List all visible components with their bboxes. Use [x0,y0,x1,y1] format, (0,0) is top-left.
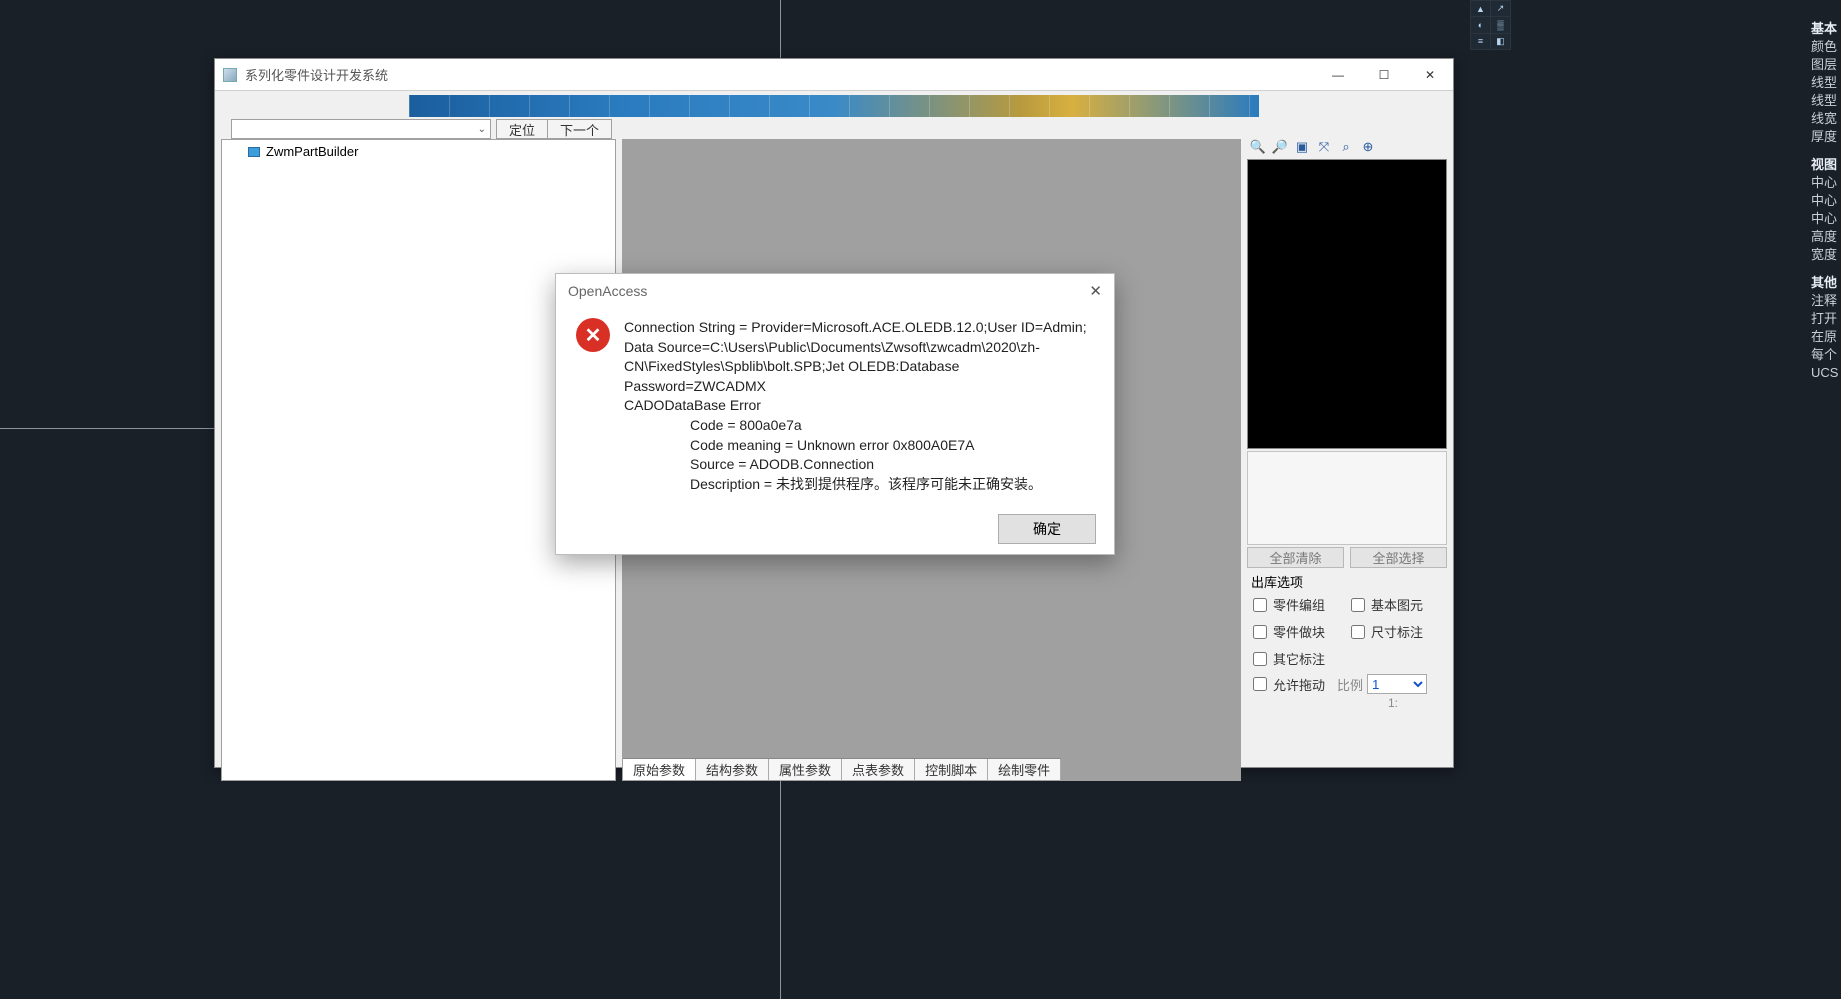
chevron-down-icon: ⌄ [478,124,486,135]
tab-raw-params[interactable]: 原始参数 [623,759,696,780]
side-item[interactable]: 线型 [1811,92,1841,110]
preview-list[interactable] [1247,451,1447,545]
tool-palette: ▲ ↗ ◐ ▒ ≡ ◧ [1470,0,1511,50]
check-allow-drag[interactable]: 允许拖动 [1253,675,1325,694]
side-item[interactable]: 中心 [1811,174,1841,192]
side-item[interactable]: 图层 [1811,56,1841,74]
side-item[interactable]: 在原 [1811,328,1841,346]
minimize-button[interactable]: — [1315,59,1361,90]
ratio-display: 1: [1343,696,1443,710]
check-base-prim[interactable]: 基本图元 [1351,595,1441,614]
side-item[interactable]: 厚度 [1811,128,1841,146]
dialog-close-icon[interactable]: ✕ [1089,282,1102,300]
ratio-select[interactable]: 1 [1367,674,1427,694]
ok-button[interactable]: 确定 [998,514,1096,544]
toolbar: ⌄ 定位 下一个 [215,119,1453,139]
maximize-button[interactable]: ☐ [1361,59,1407,90]
palette-cell-icon[interactable]: ▒ [1491,17,1510,32]
path-combo[interactable]: ⌄ [231,119,491,139]
check-part-block[interactable]: 零件做块 [1253,622,1343,641]
side-item[interactable]: 中心 [1811,210,1841,228]
out-options-label: 出库选项 [1251,572,1443,591]
side-item[interactable]: 注释 [1811,292,1841,310]
tab-struct-params[interactable]: 结构参数 [696,759,769,780]
check-dim-annot[interactable]: 尺寸标注 [1351,622,1441,641]
viewport-crosshair-horizontal [0,428,214,429]
zoom-in-icon[interactable]: 🔍 [1249,139,1267,157]
palette-cell-icon[interactable]: ◐ [1471,17,1490,32]
tab-ctrl-script[interactable]: 控制脚本 [915,759,988,780]
zoom-window-icon[interactable]: ⌕ [1337,139,1355,157]
palette-cell-icon[interactable]: ≡ [1471,34,1490,49]
side-item[interactable]: UCS [1811,364,1841,382]
side-item[interactable]: 宽度 [1811,246,1841,264]
side-group-header: 视图 [1811,156,1841,174]
check-part-group[interactable]: 零件编组 [1253,595,1343,614]
next-button[interactable]: 下一个 [547,119,612,139]
side-group-header: 其他 [1811,274,1841,292]
titlebar[interactable]: 系列化零件设计开发系统 — ☐ ✕ [215,59,1453,91]
close-button[interactable]: ✕ [1407,59,1453,90]
error-icon: ✕ [576,318,610,352]
palette-cell-icon[interactable]: ◧ [1491,34,1510,49]
check-other-annot[interactable]: 其它标注 [1253,649,1343,668]
bottom-tabs: 原始参数 结构参数 属性参数 点表参数 控制脚本 绘制零件 [623,758,1061,780]
side-item[interactable]: 线宽 [1811,110,1841,128]
app-icon [223,68,237,82]
tab-point-params[interactable]: 点表参数 [842,759,915,780]
folder-icon [248,147,260,157]
zoom-out-icon[interactable]: 🔎 [1271,139,1289,157]
preview-viewport[interactable] [1247,159,1447,449]
zoom-extents-icon[interactable]: ⊕ [1359,139,1377,157]
side-item[interactable]: 线型 [1811,74,1841,92]
preview-toolbar: 🔍 🔎 ▣ ⤧ ⌕ ⊕ [1247,139,1447,157]
side-item[interactable]: 每个 [1811,346,1841,364]
side-item[interactable]: 颜色 [1811,38,1841,56]
pan-icon[interactable]: ⤧ [1315,139,1333,157]
side-group-header: 基本 [1811,20,1841,38]
dialog-message: Connection String = Provider=Microsoft.A… [624,318,1092,494]
side-item[interactable]: 高度 [1811,228,1841,246]
tree-root-label: ZwmPartBuilder [266,144,358,159]
tab-attr-params[interactable]: 属性参数 [769,759,842,780]
palette-cell-icon[interactable]: ↗ [1491,1,1510,16]
clear-all-button[interactable]: 全部清除 [1247,547,1344,568]
header-banner [409,95,1259,117]
palette-cell-icon[interactable]: ▲ [1471,1,1490,16]
dialog-titlebar[interactable]: OpenAccess ✕ [556,274,1114,308]
properties-sidebar: 基本 颜色 图层 线型 线型 线宽 厚度 视图 中心 中心 中心 高度 宽度 其… [1811,10,1841,382]
locate-button[interactable]: 定位 [496,119,548,139]
select-all-button[interactable]: 全部选择 [1350,547,1447,568]
tree-root[interactable]: ZwmPartBuilder [230,144,607,159]
window-title: 系列化零件设计开发系统 [245,65,388,84]
side-item[interactable]: 中心 [1811,192,1841,210]
side-item[interactable]: 打开 [1811,310,1841,328]
error-dialog: OpenAccess ✕ ✕ Connection String = Provi… [555,273,1115,555]
fit-icon[interactable]: ▣ [1293,139,1311,157]
dialog-title: OpenAccess [568,283,647,299]
tab-draw-part[interactable]: 绘制零件 [988,759,1061,780]
right-pane: 🔍 🔎 ▣ ⤧ ⌕ ⊕ 全部清除 全部选择 出库选项 零件编组 基本图元 零件做… [1247,139,1447,781]
ratio-label: 比例 [1337,675,1363,694]
